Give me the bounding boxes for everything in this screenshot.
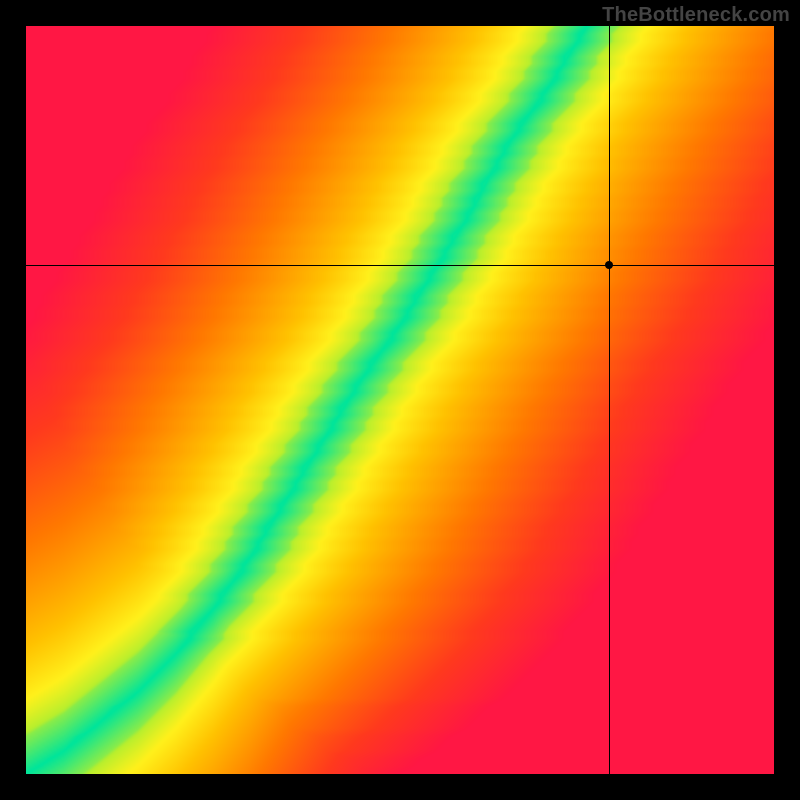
chart-container: TheBottleneck.com (0, 0, 800, 800)
selection-marker (605, 261, 613, 269)
crosshair-vertical (609, 26, 610, 774)
heatmap-plot (26, 26, 774, 774)
watermark-text: TheBottleneck.com (602, 4, 790, 27)
crosshair-horizontal (26, 265, 774, 266)
heatmap-canvas (26, 26, 774, 774)
